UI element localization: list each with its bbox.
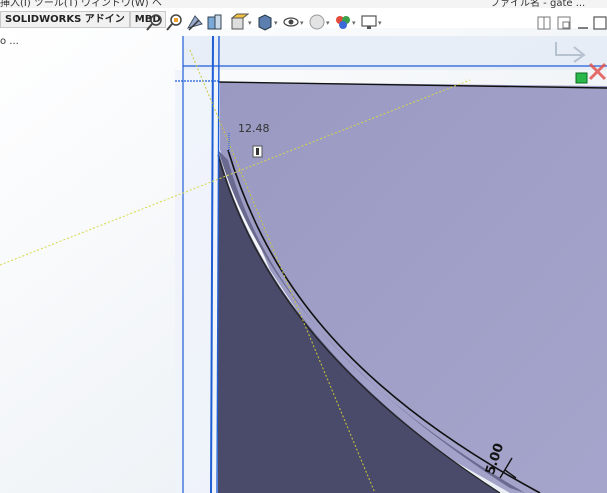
split-view-icon[interactable]	[537, 16, 551, 30]
chevron-down-icon[interactable]: ▾	[378, 19, 382, 27]
display-style-icon[interactable]	[255, 12, 275, 34]
tab-solidworks-addins[interactable]: SOLIDWORKS アドイン	[0, 11, 130, 28]
accept-icon[interactable]	[575, 72, 588, 84]
minimize-icon[interactable]	[577, 16, 589, 30]
view-settings-icon[interactable]	[359, 12, 379, 34]
chevron-down-icon[interactable]: ▾	[352, 19, 356, 27]
chevron-down-icon[interactable]: ▾	[326, 19, 330, 27]
feature-tree-item[interactable]: o ...	[0, 36, 19, 47]
zoom-to-fit-icon[interactable]	[145, 12, 165, 34]
section-view-icon[interactable]	[205, 12, 225, 34]
maximize-icon[interactable]	[593, 16, 607, 30]
apply-scene-icon[interactable]	[333, 12, 353, 34]
dimension-value[interactable]: 12.48	[238, 122, 270, 135]
graphics-viewport[interactable]	[0, 0, 607, 493]
restore-view-icon[interactable]	[557, 16, 571, 30]
edit-appearance-icon[interactable]	[307, 12, 327, 34]
menu-bar-text-right: ファイル名 - gate ...	[490, 0, 586, 8]
sketch-plane	[183, 36, 607, 70]
chevron-down-icon[interactable]: ▾	[300, 19, 304, 27]
chevron-down-icon[interactable]: ▾	[274, 19, 278, 27]
chevron-down-icon[interactable]: ▾	[248, 19, 252, 27]
hide-show-icon[interactable]	[281, 12, 301, 34]
previous-view-icon[interactable]	[185, 12, 205, 34]
command-manager-tabs: SOLIDWORKS アドイン MBD	[0, 11, 166, 28]
view-orientation-icon[interactable]	[229, 12, 249, 34]
sketch-grip-inner	[256, 148, 259, 155]
zoom-area-icon[interactable]	[165, 12, 185, 34]
menu-bar-text-left[interactable]: 挿入(I) ツール(T) ウィンドウ(W) ヘ	[0, 0, 162, 8]
menu-bar: 挿入(I) ツール(T) ウィンドウ(W) ヘ ファイル名 - gate ...	[0, 0, 607, 8]
